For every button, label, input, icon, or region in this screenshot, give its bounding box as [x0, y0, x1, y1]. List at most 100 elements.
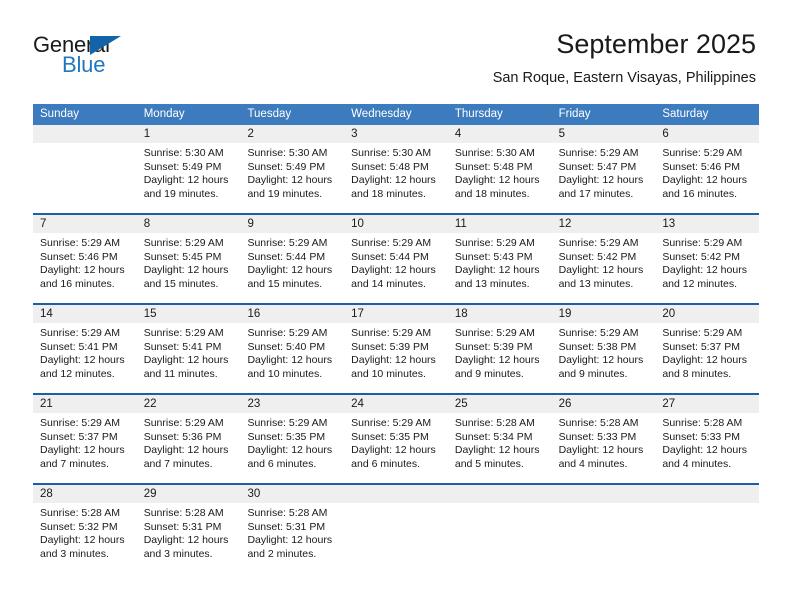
- sunset-text: Sunset: 5:39 PM: [454, 340, 533, 353]
- day-cell-29[interactable]: Sunrise: 5:28 AM Sunset: 5:31 PM Daylight:…: [137, 503, 241, 573]
- day-cell-10[interactable]: Sunrise: 5:29 AM Sunset: 5:44 PM Daylight:…: [344, 233, 448, 303]
- daylight-text-line1: Daylight: 12 hours: [247, 534, 333, 547]
- sunrise-text: Sunrise: 5:29 AM: [40, 237, 120, 249]
- weekday-header-saturday: Saturday: [662, 108, 709, 120]
- sunset-text: Sunset: 5:35 PM: [247, 430, 326, 443]
- daylight-text-line2: and 14 minutes.: [351, 277, 426, 290]
- daylight-text-line2: and 5 minutes.: [454, 457, 524, 470]
- daylight-text-line1: Daylight: 12 hours: [143, 444, 229, 457]
- day-cell-24[interactable]: Sunrise: 5:29 AM Sunset: 5:35 PM Daylight:…: [344, 413, 448, 483]
- day-cell-3[interactable]: Sunrise: 5:30 AM Sunset: 5:48 PM Daylight:…: [344, 143, 448, 213]
- day-number-11[interactable]: 11: [448, 215, 552, 233]
- day-cell-14[interactable]: Sunrise: 5:29 AM Sunset: 5:41 PM Daylight:…: [33, 323, 137, 393]
- sunset-text: Sunset: 5:48 PM: [454, 160, 533, 173]
- day-cell-30[interactable]: Sunrise: 5:28 AM Sunset: 5:31 PM Daylight:…: [240, 503, 344, 573]
- daylight-text-line1: Daylight: 12 hours: [143, 174, 229, 187]
- day-number-14[interactable]: 14: [33, 305, 137, 323]
- day-number-13[interactable]: 13: [655, 215, 759, 233]
- daylight-text-line2: and 6 minutes.: [247, 457, 317, 470]
- day-number-26[interactable]: 26: [552, 395, 656, 413]
- day-number-16[interactable]: 16: [240, 305, 344, 323]
- day-number-8[interactable]: 8: [137, 215, 241, 233]
- day-cell-17[interactable]: Sunrise: 5:29 AM Sunset: 5:39 PM Daylight:…: [344, 323, 448, 393]
- day-cell-16[interactable]: Sunrise: 5:29 AM Sunset: 5:40 PM Daylight:…: [240, 323, 344, 393]
- day-number-30[interactable]: 30: [240, 485, 344, 503]
- day-cell-25[interactable]: Sunrise: 5:28 AM Sunset: 5:34 PM Daylight:…: [448, 413, 552, 483]
- day-cell-20[interactable]: Sunrise: 5:29 AM Sunset: 5:37 PM Daylight:…: [655, 323, 759, 393]
- day-cell-21[interactable]: Sunrise: 5:29 AM Sunset: 5:37 PM Daylight:…: [33, 413, 137, 483]
- sunrise-text: Sunrise: 5:28 AM: [143, 507, 224, 519]
- day-cell-26[interactable]: Sunrise: 5:28 AM Sunset: 5:33 PM Daylight:…: [552, 413, 656, 483]
- daylight-text-line1: Daylight: 12 hours: [351, 354, 436, 367]
- daylight-text-line1: Daylight: 12 hours: [351, 444, 436, 457]
- day-number-empty: [448, 485, 552, 503]
- day-cell-27[interactable]: Sunrise: 5:28 AM Sunset: 5:33 PM Daylight:…: [655, 413, 759, 483]
- sunrise-text: Sunrise: 5:28 AM: [558, 417, 639, 429]
- daylight-text-line1: Daylight: 12 hours: [143, 354, 229, 367]
- sunrise-text: Sunrise: 5:29 AM: [351, 417, 432, 429]
- day-cell-6[interactable]: Sunrise: 5:29 AM Sunset: 5:46 PM Daylight:…: [655, 143, 759, 213]
- day-number-29[interactable]: 29: [137, 485, 241, 503]
- day-cell-8[interactable]: Sunrise: 5:29 AM Sunset: 5:45 PM Daylight:…: [137, 233, 241, 303]
- day-cell-11[interactable]: Sunrise: 5:29 AM Sunset: 5:43 PM Daylight:…: [448, 233, 552, 303]
- day-number-22[interactable]: 22: [137, 395, 241, 413]
- day-number-1[interactable]: 1: [137, 125, 241, 143]
- day-cell-13[interactable]: Sunrise: 5:29 AM Sunset: 5:42 PM Daylight:…: [655, 233, 759, 303]
- day-number-24[interactable]: 24: [344, 395, 448, 413]
- day-number-18[interactable]: 18: [448, 305, 552, 323]
- day-cell-4[interactable]: Sunrise: 5:30 AM Sunset: 5:48 PM Daylight:…: [448, 143, 552, 213]
- day-cell-9[interactable]: Sunrise: 5:29 AM Sunset: 5:44 PM Daylight:…: [240, 233, 344, 303]
- sunrise-text: Sunrise: 5:29 AM: [143, 417, 224, 429]
- day-cell-15[interactable]: Sunrise: 5:29 AM Sunset: 5:41 PM Daylight:…: [137, 323, 241, 393]
- day-number-17[interactable]: 17: [344, 305, 448, 323]
- daylight-text-line2: and 12 minutes.: [40, 367, 115, 380]
- day-number-2[interactable]: 2: [240, 125, 344, 143]
- day-cell-12[interactable]: Sunrise: 5:29 AM Sunset: 5:42 PM Daylight:…: [552, 233, 656, 303]
- sunrise-text: Sunrise: 5:30 AM: [247, 147, 328, 159]
- sunset-text: Sunset: 5:43 PM: [454, 250, 533, 263]
- day-cell-2[interactable]: Sunrise: 5:30 AM Sunset: 5:49 PM Daylight:…: [240, 143, 344, 213]
- day-number-28[interactable]: 28: [33, 485, 137, 503]
- general-blue-logo[interactable]: General Blue: [33, 33, 183, 81]
- day-cell-28[interactable]: Sunrise: 5:28 AM Sunset: 5:32 PM Daylight:…: [33, 503, 137, 573]
- sunrise-text: Sunrise: 5:28 AM: [454, 417, 535, 429]
- day-number-row: 14 15 16 17 18 19 20: [33, 305, 759, 323]
- day-number-23[interactable]: 23: [240, 395, 344, 413]
- day-cell-1[interactable]: Sunrise: 5:30 AM Sunset: 5:49 PM Daylight:…: [137, 143, 241, 213]
- day-number-10[interactable]: 10: [344, 215, 448, 233]
- daylight-text-line1: Daylight: 12 hours: [662, 264, 747, 277]
- day-info-row: Sunrise: 5:30 AM Sunset: 5:49 PM Daylight:…: [33, 143, 759, 213]
- daylight-text-line1: Daylight: 12 hours: [454, 174, 540, 187]
- day-cell-22[interactable]: Sunrise: 5:29 AM Sunset: 5:36 PM Daylight:…: [137, 413, 241, 483]
- sunset-text: Sunset: 5:38 PM: [558, 340, 637, 353]
- calendar-grid: Sunday Monday Tuesday Wednesday Thursday Frid…: [33, 104, 759, 573]
- sunrise-text: Sunrise: 5:28 AM: [40, 507, 120, 519]
- sunrise-text: Sunrise: 5:29 AM: [247, 237, 328, 249]
- day-number-19[interactable]: 19: [552, 305, 656, 323]
- day-number-empty: [344, 485, 448, 503]
- day-cell-18[interactable]: Sunrise: 5:29 AM Sunset: 5:39 PM Daylight:…: [448, 323, 552, 393]
- day-number-5[interactable]: 5: [552, 125, 656, 143]
- day-number-12[interactable]: 12: [552, 215, 656, 233]
- day-number-9[interactable]: 9: [240, 215, 344, 233]
- day-number-3[interactable]: 3: [344, 125, 448, 143]
- sunrise-text: Sunrise: 5:29 AM: [351, 237, 432, 249]
- sunset-text: Sunset: 5:36 PM: [143, 430, 222, 443]
- day-number-4[interactable]: 4: [448, 125, 552, 143]
- daylight-text-line1: Daylight: 12 hours: [662, 444, 747, 457]
- day-number-empty: [33, 125, 137, 143]
- day-cell-5[interactable]: Sunrise: 5:29 AM Sunset: 5:47 PM Daylight:…: [552, 143, 656, 213]
- day-cell-19[interactable]: Sunrise: 5:29 AM Sunset: 5:38 PM Daylight:…: [552, 323, 656, 393]
- day-number-21[interactable]: 21: [33, 395, 137, 413]
- daylight-text-line2: and 18 minutes.: [454, 187, 530, 200]
- day-number-15[interactable]: 15: [137, 305, 241, 323]
- day-cell-23[interactable]: Sunrise: 5:29 AM Sunset: 5:35 PM Daylight:…: [240, 413, 344, 483]
- day-number-6[interactable]: 6: [655, 125, 759, 143]
- day-number-25[interactable]: 25: [448, 395, 552, 413]
- daylight-text-line1: Daylight: 12 hours: [454, 354, 540, 367]
- weekday-header-sunday: Sunday: [40, 108, 80, 120]
- day-cell-7[interactable]: Sunrise: 5:29 AM Sunset: 5:46 PM Daylight:…: [33, 233, 137, 303]
- day-number-7[interactable]: 7: [33, 215, 137, 233]
- day-number-27[interactable]: 27: [655, 395, 759, 413]
- day-number-20[interactable]: 20: [655, 305, 759, 323]
